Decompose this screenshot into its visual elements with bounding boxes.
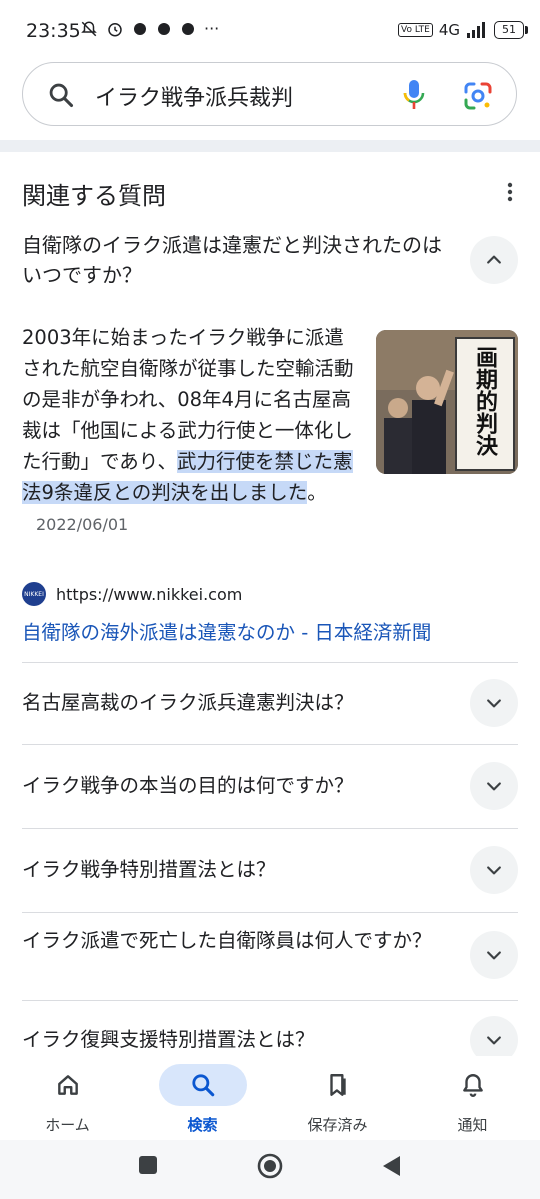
- related-question-item[interactable]: イラク戦争の本当の目的は何ですか？: [22, 771, 442, 801]
- related-question-item[interactable]: イラク戦争特別措置法とは？: [22, 855, 442, 885]
- battery-indicator: 51: [494, 21, 528, 39]
- home-icon: [57, 1075, 78, 1095]
- volte-badge: Vo LTE: [398, 23, 433, 37]
- divider: [22, 828, 518, 829]
- collapse-button[interactable]: [470, 236, 518, 284]
- status-time: 23:35: [26, 20, 81, 42]
- answer-end: 。: [307, 481, 327, 504]
- expand-button[interactable]: [470, 762, 518, 810]
- more-notifications-icon: ···: [204, 19, 220, 38]
- nav-saved-icon-wrap: [294, 1064, 382, 1106]
- nav-notifications[interactable]: 通知: [405, 1056, 540, 1135]
- related-question-item[interactable]: イラク派遣で死亡した自衛隊員は何人ですか？: [22, 926, 442, 956]
- status-bar: 23:35 ··· Vo LTE 4G 51: [0, 0, 540, 62]
- microphone-icon[interactable]: [403, 79, 425, 111]
- back-icon[interactable]: [380, 1154, 402, 1178]
- answer-thumbnail[interactable]: 画期的判決: [376, 330, 518, 474]
- nav-search-label: 検索: [187, 1116, 218, 1134]
- status-right: Vo LTE 4G 51: [398, 21, 528, 39]
- nav-home-label: ホーム: [45, 1116, 90, 1134]
- section-title: 関連する質問: [22, 182, 166, 210]
- expand-button[interactable]: [470, 931, 518, 979]
- google-lens-icon[interactable]: [463, 81, 493, 111]
- divider: [22, 1000, 518, 1001]
- chevron-down-icon: [487, 866, 501, 875]
- recent-apps-icon[interactable]: [137, 1154, 159, 1176]
- nav-notifications-icon-wrap: [429, 1064, 517, 1106]
- nikkei-logo-icon: NIKKEI: [22, 582, 46, 606]
- search-bar[interactable]: イラク戦争派兵裁判: [22, 62, 517, 126]
- chevron-up-icon: [487, 255, 501, 264]
- section-divider: [0, 140, 540, 152]
- search-icon: [191, 1074, 214, 1097]
- answer-date: 2022/06/01: [36, 515, 129, 534]
- nav-saved[interactable]: 保存済み: [270, 1056, 405, 1135]
- app-notification-icon: [134, 22, 146, 35]
- source-url[interactable]: https://www.nikkei.com: [56, 585, 242, 604]
- divider: [22, 744, 518, 745]
- app-notification-icon: [182, 22, 194, 35]
- network-type: 4G: [438, 21, 460, 39]
- nav-search-icon-wrap: [158, 1064, 247, 1106]
- bottom-navigation: ホーム 検索 保存済み 通知: [0, 1056, 540, 1140]
- thumbnail-sign-text: 画期的判決: [472, 346, 498, 456]
- more-options-icon[interactable]: [504, 180, 516, 204]
- nav-home[interactable]: ホーム: [0, 1056, 135, 1135]
- chevron-down-icon: [487, 951, 501, 960]
- expand-button[interactable]: [470, 846, 518, 894]
- home-button-icon[interactable]: [256, 1152, 284, 1180]
- bell-off-icon: [81, 20, 97, 36]
- expand-button[interactable]: [470, 679, 518, 727]
- system-navigation-bar: [0, 1140, 540, 1199]
- app-notification-icon: [158, 22, 170, 35]
- bell-icon: [462, 1074, 483, 1097]
- expanded-question[interactable]: 自衛隊のイラク派遣は違憲だと判決されたのはいつですか？: [22, 230, 452, 290]
- answer-snippet: 2003年に始まったイラク戦争に派遣された航空自衛隊が従事した空輸活動の是非が争…: [22, 322, 362, 540]
- nav-notifications-label: 通知: [457, 1116, 488, 1134]
- search-icon[interactable]: [47, 81, 75, 109]
- divider: [22, 912, 518, 913]
- bookmark-icon: [329, 1074, 346, 1096]
- chevron-down-icon: [487, 782, 501, 791]
- signal-icon: [467, 22, 485, 38]
- source-title-link[interactable]: 自衛隊の海外派遣は違憲なのか - 日本経済新聞: [22, 616, 431, 645]
- chevron-down-icon: [487, 699, 501, 708]
- related-question-item[interactable]: 名古屋高裁のイラク派兵違憲判決は？: [22, 688, 442, 718]
- alarm-icon: [108, 22, 122, 36]
- chevron-down-icon: [487, 1036, 501, 1045]
- status-notification-icons: ···: [80, 19, 219, 38]
- related-question-item[interactable]: イラク復興支援特別措置法とは？: [22, 1025, 442, 1055]
- nav-home-icon-wrap: [24, 1064, 112, 1106]
- nav-saved-label: 保存済み: [307, 1116, 368, 1134]
- divider: [22, 662, 518, 663]
- search-input[interactable]: イラク戦争派兵裁判: [95, 80, 293, 112]
- source-row[interactable]: NIKKEI https://www.nikkei.com: [22, 582, 242, 606]
- nav-search[interactable]: 検索: [135, 1056, 270, 1135]
